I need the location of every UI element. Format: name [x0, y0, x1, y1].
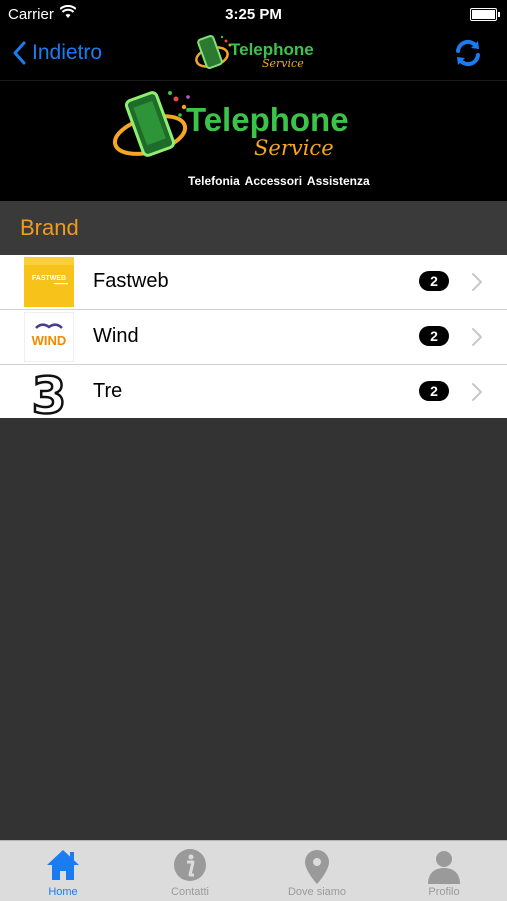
tab-label: Home — [48, 886, 78, 898]
nav-logo: Telephone Service — [195, 35, 314, 70]
nav-logo-script: Service — [262, 57, 304, 70]
wind-logo-text: WIND — [32, 333, 67, 348]
count-badge: 2 — [419, 381, 449, 401]
navigation-bar: Indietro Telephone Service — [0, 28, 507, 81]
chevron-right-icon — [472, 383, 482, 401]
back-button[interactable]: Indietro — [12, 36, 102, 70]
status-bar: Carrier 3:25 PM — [0, 0, 507, 28]
tab-profilo[interactable]: Profilo — [381, 841, 507, 901]
banner-logo: Telephone Service — [112, 91, 349, 160]
chevron-right-icon — [472, 328, 482, 346]
refresh-icon[interactable] — [453, 38, 483, 68]
fastweb-logo: FASTWEB — [24, 257, 74, 307]
battery-icon — [470, 8, 500, 21]
tab-home[interactable]: Home — [0, 841, 126, 901]
list-item-fastweb[interactable]: FASTWEB Fastweb 2 — [0, 255, 507, 310]
info-icon — [174, 849, 206, 881]
empty-content-area — [0, 418, 507, 840]
chevron-left-icon — [13, 41, 26, 65]
clock: 3:25 PM — [225, 6, 282, 23]
map-pin-icon — [305, 850, 329, 884]
list-item-label: Fastweb — [93, 270, 169, 292]
tab-bar: Home Contatti Dove siamo Profilo — [0, 840, 507, 901]
banner-logo-text: Telephone — [186, 101, 349, 138]
banner-logo-script: Service — [254, 136, 334, 160]
list-item-wind[interactable]: WIND Wind 2 — [0, 310, 507, 365]
wind-logo: WIND — [24, 312, 74, 362]
fastweb-logo-text: FASTWEB — [32, 275, 66, 282]
tab-label: Profilo — [428, 886, 460, 898]
tre-logo-text: 3 — [32, 367, 67, 417]
list-item-label: Wind — [93, 325, 139, 347]
tab-dove-siamo[interactable]: Dove siamo — [254, 841, 380, 901]
home-icon — [47, 850, 79, 880]
section-header: Brand — [0, 201, 507, 255]
list-item-label: Tre — [93, 380, 123, 402]
back-label: Indietro — [32, 41, 103, 64]
brand-list: FASTWEB Fastweb 2 WIND Wind 2 3 Tre 2 — [0, 255, 507, 420]
chevron-right-icon — [472, 273, 482, 291]
count-badge: 2 — [419, 326, 449, 346]
header-banner: Telephone Service Telefonia Accessori As… — [0, 81, 507, 201]
section-title: Brand — [20, 215, 79, 240]
person-icon — [428, 851, 460, 884]
tre-logo: 3 — [24, 367, 74, 417]
count-badge: 2 — [419, 271, 449, 291]
tab-label: Dove siamo — [287, 886, 347, 898]
banner-tagline: Telefonia Accessori Assistenza — [188, 174, 370, 188]
tab-label: Contatti — [171, 886, 209, 898]
list-item-tre[interactable]: 3 Tre 2 — [0, 365, 507, 420]
tab-contatti[interactable]: Contatti — [127, 841, 253, 901]
